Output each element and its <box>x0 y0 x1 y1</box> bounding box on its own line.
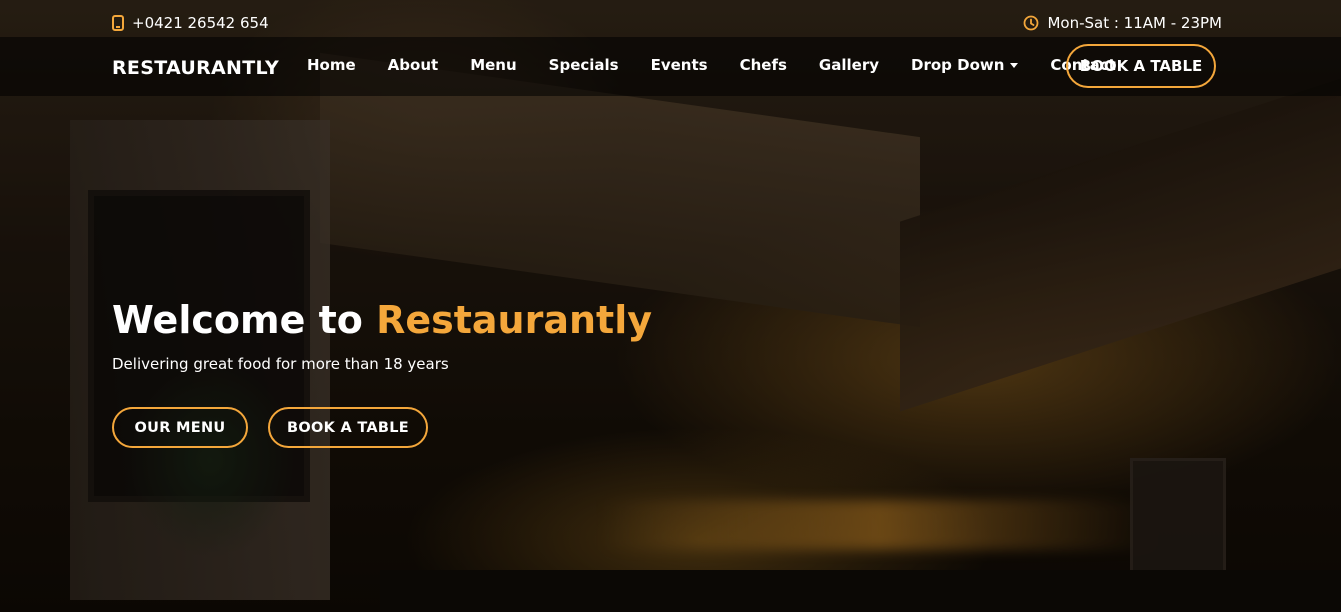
main-navbar: RESTAURANTLY Home About Menu Specials Ev… <box>0 37 1341 96</box>
nav-item-specials[interactable]: Specials <box>549 56 619 74</box>
hero-title-prefix: Welcome to <box>112 298 377 342</box>
phone-info: +0421 26542 654 <box>112 14 269 32</box>
caret-down-icon <box>1010 62 1019 68</box>
nav-menu: Home About Menu Specials Events Chefs Ga… <box>307 56 1148 74</box>
our-menu-button[interactable]: OUR MENU <box>112 407 248 448</box>
phone-icon <box>112 15 124 31</box>
top-info-bar: +0421 26542 654 Mon-Sat : 11AM - 23PM <box>0 0 1341 38</box>
phone-number: +0421 26542 654 <box>132 14 269 32</box>
nav-item-about[interactable]: About <box>388 56 439 74</box>
nav-item-dropdown[interactable]: Drop Down <box>911 56 1019 74</box>
hero-title: Welcome to Restaurantly <box>112 298 652 342</box>
hero-title-accent: Restaurantly <box>376 298 653 342</box>
nav-item-events[interactable]: Events <box>651 56 708 74</box>
clock-icon <box>1023 15 1039 31</box>
nav-item-home[interactable]: Home <box>307 56 356 74</box>
hero-subtitle: Delivering great food for more than 18 y… <box>112 355 449 373</box>
nav-item-gallery[interactable]: Gallery <box>819 56 879 74</box>
nav-item-menu[interactable]: Menu <box>470 56 516 74</box>
hours-text: Mon-Sat : 11AM - 23PM <box>1047 14 1222 32</box>
book-table-button[interactable]: BOOK A TABLE <box>268 407 428 448</box>
opening-hours: Mon-Sat : 11AM - 23PM <box>1023 14 1222 32</box>
book-table-button-header[interactable]: BOOK A TABLE <box>1066 44 1216 88</box>
site-logo[interactable]: RESTAURANTLY <box>112 57 279 79</box>
nav-item-chefs[interactable]: Chefs <box>740 56 787 74</box>
nav-item-dropdown-label: Drop Down <box>911 56 1005 74</box>
